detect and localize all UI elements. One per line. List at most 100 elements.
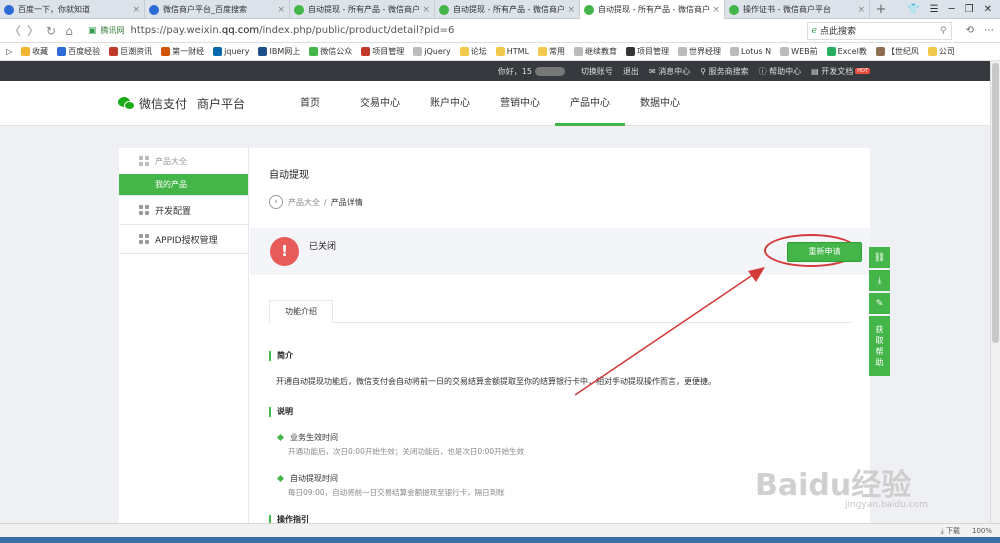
sidebar-item-my-products[interactable]: 我的产品 bbox=[119, 174, 248, 195]
bookmark-label: IBM网上 bbox=[269, 47, 301, 56]
scrollbar-thumb[interactable] bbox=[992, 63, 999, 343]
bookmark-item[interactable]: jquery bbox=[213, 47, 249, 56]
site-badge: 腾讯网 bbox=[100, 26, 125, 35]
bookmark-label: 世界经理 bbox=[689, 47, 722, 56]
bookmark-icon bbox=[678, 47, 688, 56]
bookmark-item[interactable]: 百度经验 bbox=[57, 46, 100, 57]
bookmark-label: 公司 bbox=[938, 47, 955, 56]
dev-docs-link[interactable]: ▤ 开发文档 HOT bbox=[811, 66, 870, 77]
tab-close-icon[interactable]: × bbox=[422, 5, 430, 15]
close-icon[interactable]: ✕ bbox=[984, 4, 992, 15]
new-tab-button[interactable]: + bbox=[870, 0, 892, 18]
bookmark-icon bbox=[413, 47, 423, 56]
search-engine-icon[interactable]: ℯ bbox=[812, 26, 817, 36]
refresh-icon[interactable]: ↻ bbox=[42, 24, 60, 38]
browser-tab[interactable]: 自动提现 - 所有产品 - 微信商户 × bbox=[580, 0, 725, 19]
bookmark-item[interactable]: WEB前 bbox=[780, 46, 818, 57]
bookmark-icon bbox=[213, 47, 223, 56]
bookmark-item[interactable]: 公司 bbox=[927, 46, 955, 57]
bookmark-item[interactable]: 论坛 bbox=[459, 46, 487, 57]
greeting: 你好，15 bbox=[498, 66, 571, 77]
bookmark-icon bbox=[538, 47, 548, 56]
bookmark-item[interactable]: IBM网上 bbox=[258, 46, 300, 57]
address-bar-row: 〈 〉 ↻ ⌂ ▣ 腾讯网 https://pay.weixin.qq.com/… bbox=[0, 19, 1000, 43]
nav-item[interactable]: 首页 bbox=[275, 81, 345, 126]
tab-close-icon[interactable]: × bbox=[712, 5, 720, 15]
tab-favicon-icon bbox=[439, 4, 449, 15]
mail-icon: ✉ bbox=[648, 66, 659, 76]
url-field[interactable]: ▣ 腾讯网 https://pay.weixin.qq.com/index.ph… bbox=[88, 22, 783, 40]
bookmark-item[interactable]: 【世纪风 bbox=[875, 46, 919, 57]
bookmark-item[interactable]: 收藏 bbox=[21, 46, 48, 57]
service-search-link[interactable]: ⚲ 服务商搜索 bbox=[700, 66, 748, 77]
undo-icon[interactable]: ⟲ bbox=[966, 25, 974, 36]
grid-icon bbox=[139, 156, 149, 166]
back-circle-icon[interactable]: ‹ bbox=[269, 195, 283, 209]
forward-icon[interactable]: 〉 bbox=[24, 22, 42, 39]
back-icon[interactable]: 〈 bbox=[6, 22, 24, 39]
browser-tab[interactable]: 自动提现 - 所有产品 - 微信商户 × bbox=[435, 0, 580, 19]
bookmark-item[interactable]: 微信公众 bbox=[309, 46, 352, 57]
message-center-link[interactable]: ✉ 消息中心 bbox=[649, 66, 690, 77]
bookmark-item[interactable]: 第一财经 bbox=[161, 46, 204, 57]
nav-item[interactable]: 产品中心 bbox=[555, 81, 625, 126]
annotation-arrow bbox=[574, 267, 765, 396]
tab-feature-intro[interactable]: 功能介绍 bbox=[269, 300, 333, 323]
reapply-button[interactable]: 重新申请 bbox=[787, 242, 862, 262]
switch-account-link[interactable]: 切换账号 bbox=[581, 66, 613, 77]
breadcrumb-separator: / bbox=[324, 197, 327, 207]
tab-close-icon[interactable]: × bbox=[277, 5, 285, 15]
more-icon[interactable]: ⋯ bbox=[984, 25, 994, 36]
bookmark-icon bbox=[927, 47, 937, 56]
bookmark-item[interactable]: HTML bbox=[495, 47, 529, 56]
zoom-level[interactable]: 100% bbox=[972, 527, 992, 535]
bookmarks-toggle-icon[interactable]: ▷ bbox=[6, 47, 12, 56]
bookmark-item[interactable]: 继续教育 bbox=[574, 46, 617, 57]
bookmark-icon bbox=[459, 47, 469, 56]
sidebar-item-appid-auth[interactable]: APPID授权管理 bbox=[119, 225, 248, 254]
wechat-pay-logo[interactable]: 微信支付 商户平台 bbox=[118, 95, 245, 112]
bookmark-item[interactable]: 巨潮资讯 bbox=[109, 46, 152, 57]
get-help-button[interactable]: 获取帮助 bbox=[869, 316, 890, 376]
minimize-icon[interactable]: ─ bbox=[949, 4, 955, 15]
search-input[interactable]: ℯ 点此搜索 ⚲ bbox=[806, 21, 952, 40]
sidebar-item-dev-config[interactable]: 开发配置 bbox=[119, 196, 248, 225]
bookmark-item[interactable]: 项目管理 bbox=[626, 46, 669, 57]
menu-icon[interactable]: ☰ bbox=[930, 4, 939, 15]
explain-item-2: 自动提现时间 bbox=[276, 473, 338, 484]
bookmark-item[interactable]: Excel教 bbox=[826, 46, 867, 57]
download-status[interactable]: ⤓ 下载 bbox=[941, 526, 960, 536]
tab-close-icon[interactable]: × bbox=[132, 5, 140, 15]
download-icon[interactable]: ⤓ bbox=[869, 270, 890, 291]
shirt-icon[interactable]: 👕 bbox=[907, 4, 919, 15]
tab-close-icon[interactable]: × bbox=[857, 5, 865, 15]
search-icon[interactable]: ⚲ bbox=[940, 26, 947, 36]
diamond-bullet-icon bbox=[276, 474, 285, 483]
page-scrollbar[interactable] bbox=[990, 61, 1000, 523]
browser-tab[interactable]: 微信商户平台_百度搜索 × bbox=[145, 0, 290, 19]
sidebar-group-title[interactable]: 产品大全 bbox=[119, 148, 248, 174]
link-icon[interactable]: ⛓ bbox=[869, 247, 890, 268]
nav-item[interactable]: 账户中心 bbox=[415, 81, 485, 126]
bookmark-item[interactable]: 常用 bbox=[538, 46, 565, 57]
bookmark-icon bbox=[161, 47, 171, 56]
bookmark-item[interactable]: jQuery bbox=[413, 47, 451, 56]
restore-icon[interactable]: ❐ bbox=[965, 4, 974, 15]
bookmark-item[interactable]: 世界经理 bbox=[678, 46, 721, 57]
tab-close-icon[interactable]: × bbox=[567, 5, 575, 15]
edit-icon[interactable]: ✎ bbox=[869, 293, 890, 314]
browser-tab[interactable]: 百度一下，你就知道 × bbox=[0, 0, 145, 19]
breadcrumb-parent[interactable]: 产品大全 bbox=[288, 197, 320, 208]
browser-tab[interactable]: 自动提现 - 所有产品 - 微信商户 × bbox=[290, 0, 435, 19]
browser-tools: ⟲ ⋯ bbox=[966, 25, 994, 36]
logout-link[interactable]: 退出 bbox=[623, 66, 639, 77]
nav-item[interactable]: 交易中心 bbox=[345, 81, 415, 126]
nav-item[interactable]: 营销中心 bbox=[485, 81, 555, 126]
tab-label: 自动提现 - 所有产品 - 微信商户 bbox=[308, 5, 420, 14]
home-icon[interactable]: ⌂ bbox=[60, 24, 78, 38]
browser-tab[interactable]: 操作证书 - 微信商户平台 × bbox=[725, 0, 870, 19]
bookmark-item[interactable]: 项目管理 bbox=[361, 46, 404, 57]
bookmark-item[interactable]: Lotus N bbox=[730, 47, 771, 56]
help-center-link[interactable]: ⓘ 帮助中心 bbox=[759, 66, 802, 77]
nav-item[interactable]: 数据中心 bbox=[625, 81, 695, 126]
